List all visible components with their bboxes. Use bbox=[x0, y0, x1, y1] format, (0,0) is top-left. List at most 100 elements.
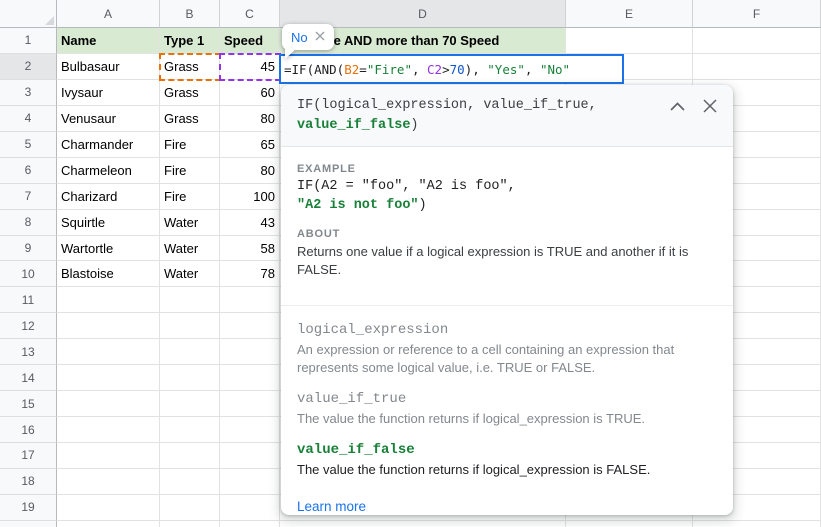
col-header-F[interactable]: F bbox=[693, 0, 821, 28]
cell-B20[interactable] bbox=[160, 521, 220, 527]
cell-B17[interactable] bbox=[160, 443, 220, 469]
row-header-7[interactable]: 7 bbox=[0, 184, 57, 210]
cell-C5[interactable]: 65 bbox=[220, 132, 280, 158]
cell-A7[interactable]: Charizard bbox=[57, 184, 160, 210]
cell-C6[interactable]: 80 bbox=[220, 158, 280, 184]
cell-C14[interactable] bbox=[220, 365, 280, 391]
formula-token: B2 bbox=[344, 62, 359, 77]
cell-B9[interactable]: Water bbox=[160, 236, 220, 262]
cell-C3[interactable]: 60 bbox=[220, 80, 280, 106]
cell-B8[interactable]: Water bbox=[160, 210, 220, 236]
row-header-17[interactable]: 17 bbox=[0, 443, 57, 469]
chip-close-icon[interactable] bbox=[315, 31, 325, 43]
row-header-2[interactable]: 2 bbox=[0, 54, 57, 80]
cell-A14[interactable] bbox=[57, 365, 160, 391]
close-icon[interactable] bbox=[703, 99, 717, 113]
row-header-14[interactable]: 14 bbox=[0, 365, 57, 391]
cell-B7[interactable]: Fire bbox=[160, 184, 220, 210]
cell-C2[interactable]: 45 bbox=[220, 54, 280, 80]
cell-C18[interactable] bbox=[220, 469, 280, 495]
row-header-11[interactable]: 11 bbox=[0, 287, 57, 313]
cell-B18[interactable] bbox=[160, 469, 220, 495]
cell-A1[interactable]: Name bbox=[57, 28, 160, 54]
row-header-9[interactable]: 9 bbox=[0, 236, 57, 262]
cell-C12[interactable] bbox=[220, 313, 280, 339]
cell-A9[interactable]: Wartortle bbox=[57, 236, 160, 262]
cell-C8[interactable]: 43 bbox=[220, 210, 280, 236]
cell-C4[interactable]: 80 bbox=[220, 106, 280, 132]
formula-token: C2 bbox=[427, 62, 442, 77]
row-header-1[interactable]: 1 bbox=[0, 28, 57, 54]
cell-C17[interactable] bbox=[220, 443, 280, 469]
cell-B3[interactable]: Grass bbox=[160, 80, 220, 106]
cell-C20[interactable] bbox=[220, 521, 280, 527]
col-header-E[interactable]: E bbox=[566, 0, 693, 28]
col-header-B[interactable]: B bbox=[160, 0, 220, 28]
cell-B5[interactable]: Fire bbox=[160, 132, 220, 158]
cell-A15[interactable] bbox=[57, 391, 160, 417]
cell-B13[interactable] bbox=[160, 339, 220, 365]
cell-A19[interactable] bbox=[57, 495, 160, 521]
cell-B12[interactable] bbox=[160, 313, 220, 339]
cell-B19[interactable] bbox=[160, 495, 220, 521]
cell-C10[interactable]: 78 bbox=[220, 261, 280, 287]
cell-A20[interactable] bbox=[57, 521, 160, 527]
cell-B1[interactable]: Type 1 bbox=[160, 28, 220, 54]
cell-B4[interactable]: Grass bbox=[160, 106, 220, 132]
row-header-6[interactable]: 6 bbox=[0, 158, 57, 184]
cell-C7[interactable]: 100 bbox=[220, 184, 280, 210]
cell-B6[interactable]: Fire bbox=[160, 158, 220, 184]
cell-A3[interactable]: Ivysaur bbox=[57, 80, 160, 106]
cell-A17[interactable] bbox=[57, 443, 160, 469]
learn-more-link[interactable]: Learn more bbox=[297, 499, 366, 514]
row-header-4[interactable]: 4 bbox=[0, 106, 57, 132]
formula-result-chip: No bbox=[282, 24, 334, 50]
cell-A10[interactable]: Blastoise bbox=[57, 261, 160, 287]
cell-A12[interactable] bbox=[57, 313, 160, 339]
cell-B10[interactable]: Water bbox=[160, 261, 220, 287]
popup-params-section: logical_expression An expression or refe… bbox=[281, 306, 733, 527]
select-all-corner[interactable] bbox=[0, 0, 57, 28]
row-header-13[interactable]: 13 bbox=[0, 339, 57, 365]
cell-A4[interactable]: Venusaur bbox=[57, 106, 160, 132]
cell-B14[interactable] bbox=[160, 365, 220, 391]
cell-B16[interactable] bbox=[160, 417, 220, 443]
row-header-19[interactable]: 19 bbox=[0, 495, 57, 521]
cell-C1[interactable]: Speed bbox=[220, 28, 280, 54]
row-header-10[interactable]: 10 bbox=[0, 261, 57, 287]
cell-A8[interactable]: Squirtle bbox=[57, 210, 160, 236]
cell-A6[interactable]: Charmeleon bbox=[57, 158, 160, 184]
row-header-20[interactable] bbox=[0, 521, 57, 527]
row-header-16[interactable]: 16 bbox=[0, 417, 57, 443]
cell-A18[interactable] bbox=[57, 469, 160, 495]
cell-C19[interactable] bbox=[220, 495, 280, 521]
cell-A13[interactable] bbox=[57, 339, 160, 365]
cell-C16[interactable] bbox=[220, 417, 280, 443]
row-header-15[interactable]: 15 bbox=[0, 391, 57, 417]
cell-B15[interactable] bbox=[160, 391, 220, 417]
cell-A5[interactable]: Charmander bbox=[57, 132, 160, 158]
col-header-C[interactable]: C bbox=[220, 0, 280, 28]
function-signature: IF(logical_expression, value_if_true, va… bbox=[297, 96, 669, 136]
row-header-8[interactable]: 8 bbox=[0, 210, 57, 236]
row-header-12[interactable]: 12 bbox=[0, 313, 57, 339]
cell-C9[interactable]: 58 bbox=[220, 236, 280, 262]
cell-E1[interactable] bbox=[566, 28, 693, 54]
cell-C15[interactable] bbox=[220, 391, 280, 417]
row-header-3[interactable]: 3 bbox=[0, 80, 57, 106]
row-header-5[interactable]: 5 bbox=[0, 132, 57, 158]
cell-A11[interactable] bbox=[57, 287, 160, 313]
cell-A2[interactable]: Bulbasaur bbox=[57, 54, 160, 80]
param-value-if-true: value_if_true The value the function ret… bbox=[297, 391, 717, 428]
cell-F2[interactable] bbox=[693, 54, 821, 80]
cell-F1[interactable] bbox=[693, 28, 821, 54]
col-header-A[interactable]: A bbox=[57, 0, 160, 28]
cell-A16[interactable] bbox=[57, 417, 160, 443]
cell-B11[interactable] bbox=[160, 287, 220, 313]
cell-B2[interactable]: Grass bbox=[160, 54, 220, 80]
cell-C13[interactable] bbox=[220, 339, 280, 365]
formula-editor-d2[interactable]: =IF(AND(B2="Fire", C2>70), "Yes", "No" bbox=[279, 54, 624, 84]
cell-C11[interactable] bbox=[220, 287, 280, 313]
collapse-icon[interactable] bbox=[670, 102, 685, 111]
row-header-18[interactable]: 18 bbox=[0, 469, 57, 495]
